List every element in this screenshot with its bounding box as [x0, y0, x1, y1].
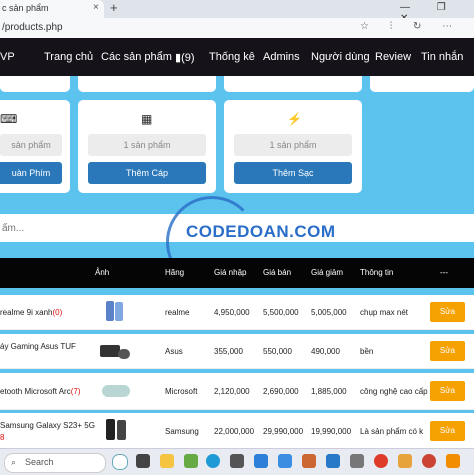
cable-icon: ▦	[141, 112, 153, 126]
nav-home[interactable]: Trang chủ	[44, 51, 93, 63]
add-cable-button[interactable]: Thêm Cáp	[88, 162, 206, 184]
store-icon[interactable]	[230, 454, 244, 468]
discount-price: 490,000	[311, 347, 340, 356]
nav-users[interactable]: Người dùng	[311, 51, 370, 63]
nav-stats[interactable]: Thống kê	[209, 51, 255, 63]
product-image	[100, 341, 130, 361]
nav-cart[interactable]: ▮(9)	[175, 51, 195, 64]
address-bar[interactable]: /products.php ☆ ⫶ ↻ ⋯ ✦	[0, 18, 474, 39]
table-row: etooth Microsoft Arc(7) Microsoft 2,120,…	[0, 373, 474, 410]
product-name: etooth Microsoft Arc(7)	[0, 387, 81, 396]
edit-button[interactable]: Sửa	[430, 341, 465, 361]
add-keyboard-button[interactable]: uàn Phím	[0, 162, 62, 184]
cart-count: (9)	[181, 52, 195, 64]
col-image: Ảnh	[95, 268, 110, 277]
nav-admins[interactable]: Admins	[263, 51, 300, 63]
product-brand: Samsung	[165, 427, 199, 436]
brand-logo[interactable]: VP	[0, 51, 15, 63]
add-charger-button[interactable]: Thêm Sạc	[234, 162, 352, 184]
tab-title: c sản phẩm	[2, 3, 49, 13]
product-qty: 8	[0, 433, 5, 442]
nav-review[interactable]: Review	[375, 51, 411, 63]
keyboard-count: sản phẩm	[0, 134, 62, 156]
edit-button[interactable]: Sửa	[430, 421, 465, 441]
sale-price: 2,690,000	[263, 387, 299, 396]
new-tab-icon[interactable]: +	[110, 0, 118, 15]
url-text[interactable]: /products.php	[2, 22, 63, 33]
product-image	[104, 301, 126, 321]
widgets-icon[interactable]	[112, 454, 128, 470]
app-icon[interactable]	[278, 454, 292, 468]
edit-button[interactable]: Sửa	[430, 302, 465, 322]
charger-icon: ⚡	[287, 112, 302, 126]
search-icon: ⌕	[11, 457, 17, 467]
product-info: công nghệ cao cấp	[360, 387, 428, 396]
xampp-icon[interactable]	[446, 454, 460, 468]
file-explorer-icon[interactable]	[160, 454, 174, 468]
sale-price: 550,000	[263, 347, 292, 356]
vscode-icon[interactable]	[326, 454, 340, 468]
card-top-1	[0, 76, 70, 92]
app-icon[interactable]	[422, 454, 436, 468]
import-price: 355,000	[214, 347, 243, 356]
product-name: realme 9i xanh(0)	[0, 308, 63, 317]
card-top-3	[224, 76, 362, 92]
close-tab-icon[interactable]: ×	[93, 2, 99, 13]
main-navbar: VP Trang chủ Các sản phẩm ▮(9) Thống kê …	[0, 38, 474, 76]
app-icon[interactable]	[302, 454, 316, 468]
col-sale-price: Giá bán	[263, 268, 292, 277]
keyboard-icon: ⌨	[0, 112, 18, 126]
mail-icon[interactable]	[254, 454, 268, 468]
card-top-4	[370, 76, 474, 92]
taskbar-search[interactable]: ⌕ Search	[4, 453, 106, 473]
nav-messages[interactable]: Tin nhắn	[421, 51, 463, 63]
app-icon[interactable]	[184, 454, 198, 468]
col-info: Thông tin	[360, 268, 394, 277]
import-price: 22,000,000	[214, 427, 255, 436]
import-price: 4,950,000	[214, 308, 250, 317]
edge-icon[interactable]	[206, 454, 220, 468]
product-brand: realme	[165, 308, 190, 317]
task-view-icon[interactable]	[136, 454, 150, 468]
col-actions: ---	[440, 268, 448, 277]
chrome-icon[interactable]	[374, 454, 388, 468]
table-row: Samsung Galaxy S23+ 5G 8 Samsung 22,000,…	[0, 413, 474, 449]
os-taskbar: ⌕ Search	[0, 448, 474, 475]
nav-products[interactable]: Các sản phẩm	[101, 51, 172, 63]
charger-count: 1 sản phẩm	[234, 134, 352, 156]
taskbar-search-label: Search	[25, 457, 54, 467]
product-brand: Asus	[165, 347, 183, 356]
table-row: áy Gaming Asus TUF Asus 355,000 550,000 …	[0, 334, 474, 369]
discount-price: 19,990,000	[311, 427, 352, 436]
app-icon[interactable]	[350, 454, 364, 468]
sale-price: 5,500,000	[263, 308, 299, 317]
col-import-price: Giá nhập	[214, 268, 247, 277]
browser-tab-bar: c sản phẩm × + — ❐ ✕	[0, 0, 474, 24]
table-header: Ảnh Hãng Giá nhập Giá bán Giá giảm Thông…	[0, 258, 474, 288]
table-row: realme 9i xanh(0) realme 4,950,000 5,500…	[0, 295, 474, 330]
product-name: áy Gaming Asus TUF	[0, 342, 76, 351]
discount-price: 5,005,000	[311, 308, 347, 317]
product-name: Samsung Galaxy S23+ 5G	[0, 421, 95, 430]
col-discount-price: Giá giảm	[311, 268, 344, 277]
product-brand: Microsoft	[165, 387, 198, 396]
import-price: 2,120,000	[214, 387, 250, 396]
product-info: bền	[360, 347, 374, 356]
cable-count: 1 sản phẩm	[88, 134, 206, 156]
card-top-2	[78, 76, 216, 92]
edit-button[interactable]: Sửa	[430, 381, 465, 401]
app-icon[interactable]	[398, 454, 412, 468]
product-info: chụp max nét	[360, 308, 409, 317]
col-brand: Hãng	[165, 268, 185, 277]
product-info: Là sản phẩm có k	[360, 427, 424, 436]
product-image	[104, 419, 128, 441]
discount-price: 1,885,000	[311, 387, 347, 396]
product-image	[100, 382, 132, 400]
browser-toolbar-icons[interactable]: ☆ ⫶ ↻ ⋯ ✦	[360, 21, 474, 32]
sale-price: 29,990,000	[263, 427, 304, 436]
watermark-logo: CODEDOAN.COM	[186, 222, 336, 241]
browser-tab[interactable]: c sản phẩm ×	[0, 0, 104, 18]
